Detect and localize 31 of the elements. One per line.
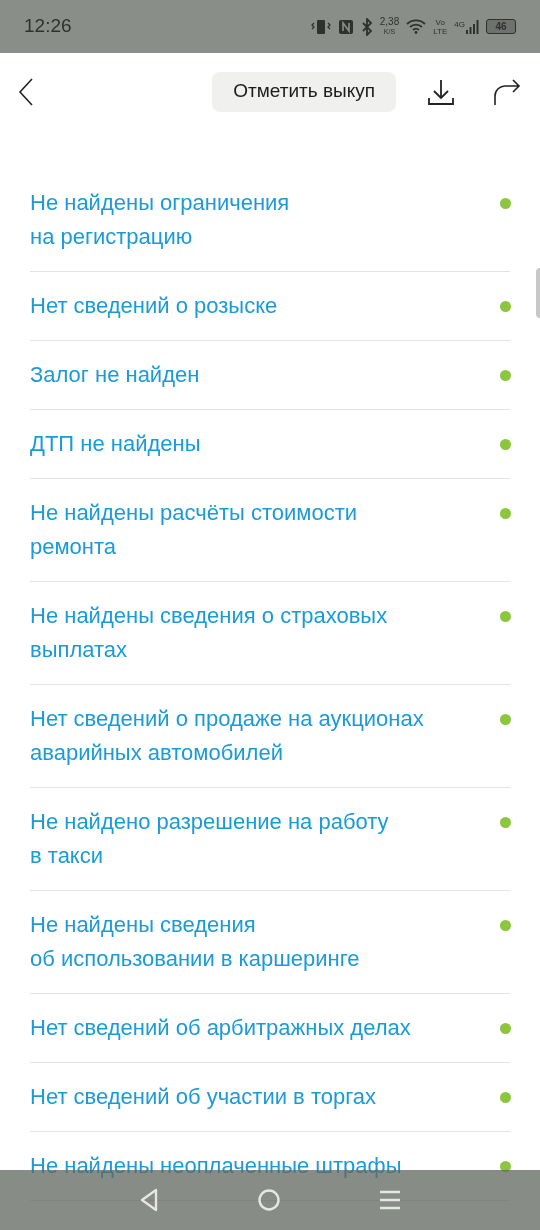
nfc-icon — [337, 18, 354, 35]
check-result-link[interactable]: Залог не найден — [30, 358, 200, 392]
check-result-link[interactable]: Нет сведений об участии в торгах — [30, 1080, 376, 1114]
volte-label: Vo — [435, 17, 445, 27]
check-result-link[interactable]: Нет сведений об арбитражных делах — [30, 1011, 411, 1045]
download-icon — [427, 77, 455, 106]
wifi-icon — [406, 19, 427, 34]
vibrate-icon — [310, 18, 331, 35]
home-icon[interactable] — [257, 1188, 281, 1212]
menu-icon[interactable] — [379, 1189, 401, 1211]
check-result-link[interactable]: Не найдены расчёты стоимости ремонта — [30, 496, 358, 564]
clock: 12:26 — [24, 14, 72, 39]
share-icon — [493, 77, 521, 106]
network-speed: 2,38 — [379, 16, 400, 27]
check-result-link[interactable]: Не найдено разрешение на работу в такси — [30, 805, 389, 873]
back-icon — [18, 77, 34, 106]
share-button[interactable] — [492, 76, 522, 107]
check-result-link[interactable]: Не найдены сведения о страховых выплатах — [30, 599, 388, 667]
volte-label: LTE — [433, 26, 448, 36]
bluetooth-icon — [360, 17, 373, 36]
network-type: 4G — [454, 19, 465, 29]
check-result-link[interactable]: ДТП не найдены — [30, 427, 201, 461]
check-result-link[interactable]: Нет сведений о розыске — [30, 289, 278, 323]
check-result-link[interactable]: Не найдены ограничения на регистрацию — [30, 186, 290, 254]
scrollbar — [536, 268, 540, 318]
signal-icon — [466, 19, 479, 34]
battery-indicator: 46 — [486, 19, 516, 34]
mark-buyout-button[interactable]: Отметить выкуп — [212, 71, 396, 112]
check-result-link[interactable]: Не найдены сведения об использовании в каршеринге — [30, 908, 360, 976]
back-nav-icon[interactable] — [139, 1188, 159, 1212]
check-result-link[interactable]: Нет сведений о продаже на аукционах аварийных автомобилей — [30, 702, 424, 770]
